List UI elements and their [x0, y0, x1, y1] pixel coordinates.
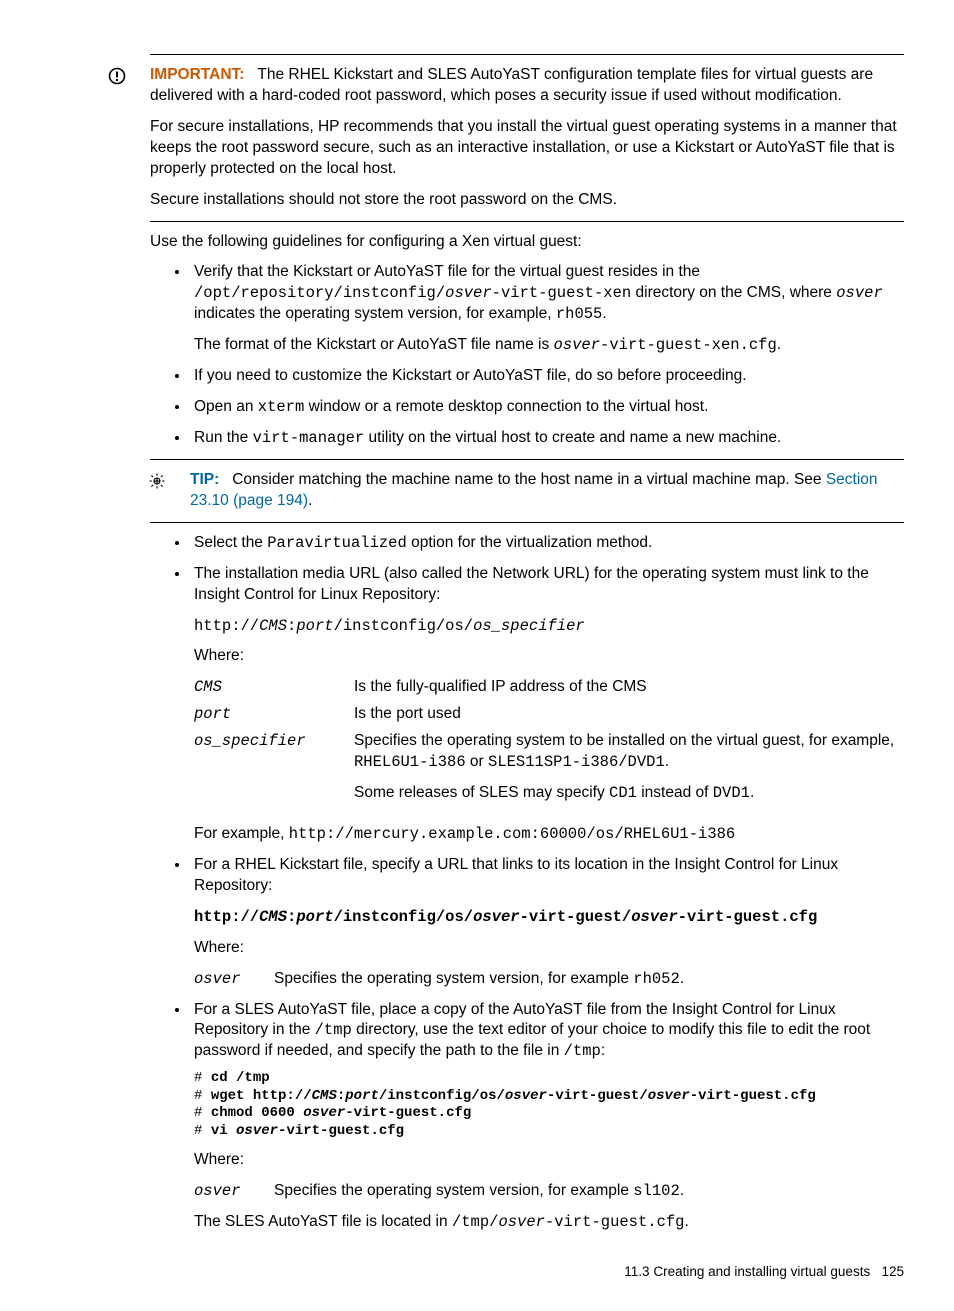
- bullet-xterm: Open an xterm window or a remote desktop…: [190, 397, 904, 418]
- bullet-verify: Verify that the Kickstart or AutoYaST fi…: [190, 262, 904, 356]
- where-label-1: Where:: [194, 646, 904, 667]
- sles-location: The SLES AutoYaST file is located in /tm…: [194, 1212, 904, 1233]
- page-footer: 11.3 Creating and installing virtual gue…: [110, 1263, 904, 1281]
- bullet-rhel-kickstart: For a RHEL Kickstart file, specify a URL…: [190, 855, 904, 990]
- defrow-osspec: os_specifier Specifies the operating sys…: [194, 731, 904, 814]
- tip-label: TIP:: [190, 471, 219, 488]
- def-table-2: osver Specifies the operating system ver…: [194, 969, 904, 990]
- tip-icon: [148, 472, 166, 496]
- def-table-3: osver Specifies the operating system ver…: [194, 1181, 904, 1202]
- where-label-3: Where:: [194, 1150, 904, 1171]
- rule-top: [150, 54, 904, 55]
- media-url-line: http://CMS:port/instconfig/os/os_specifi…: [194, 616, 904, 637]
- rule-after-important: [150, 221, 904, 222]
- bullet-verify-p2: The format of the Kickstart or AutoYaST …: [194, 335, 904, 356]
- def-table-1: CMS Is the fully-qualified IP address of…: [194, 677, 904, 814]
- important-p2: For secure installations, HP recommends …: [150, 117, 904, 180]
- bullet-virtmanager: Run the virt-manager utility on the virt…: [190, 428, 904, 449]
- sles-code-block: # cd /tmp # wget http://CMS:port/instcon…: [194, 1070, 904, 1140]
- important-p3: Secure installations should not store th…: [150, 190, 904, 211]
- media-url-example: For example, http://mercury.example.com:…: [194, 824, 904, 845]
- intro-text: Use the following guidelines for configu…: [150, 232, 904, 253]
- important-p1: IMPORTANT: The RHEL Kickstart and SLES A…: [150, 65, 904, 107]
- bullet-media-url: The installation media URL (also called …: [190, 564, 904, 845]
- where-label-2: Where:: [194, 938, 904, 959]
- bullet-sles-autoyast: For a SLES AutoYaST file, place a copy o…: [190, 1000, 904, 1234]
- bullet-list-2: Select the Paravirtualized option for th…: [150, 533, 904, 1233]
- tip-callout: TIP: Consider matching the machine name …: [190, 470, 904, 512]
- important-icon: [108, 67, 126, 91]
- important-callout: IMPORTANT: The RHEL Kickstart and SLES A…: [150, 65, 904, 211]
- bullet-customize: If you need to customize the Kickstart o…: [190, 366, 904, 387]
- bullet-paravirt: Select the Paravirtualized option for th…: [190, 533, 904, 554]
- defrow-osver-sles: osver Specifies the operating system ver…: [194, 1181, 904, 1202]
- defrow-port: port Is the port used: [194, 704, 904, 725]
- defrow-cms: CMS Is the fully-qualified IP address of…: [194, 677, 904, 698]
- rule-before-tip: [150, 459, 904, 460]
- important-label: IMPORTANT:: [150, 66, 244, 83]
- rule-after-tip: [150, 522, 904, 523]
- rhel-url-line: http://CMS:port/instconfig/os/osver-virt…: [194, 907, 904, 928]
- bullet-list-1: Verify that the Kickstart or AutoYaST fi…: [150, 262, 904, 448]
- tip-text: TIP: Consider matching the machine name …: [190, 470, 904, 512]
- defrow-osver-rhel: osver Specifies the operating system ver…: [194, 969, 904, 990]
